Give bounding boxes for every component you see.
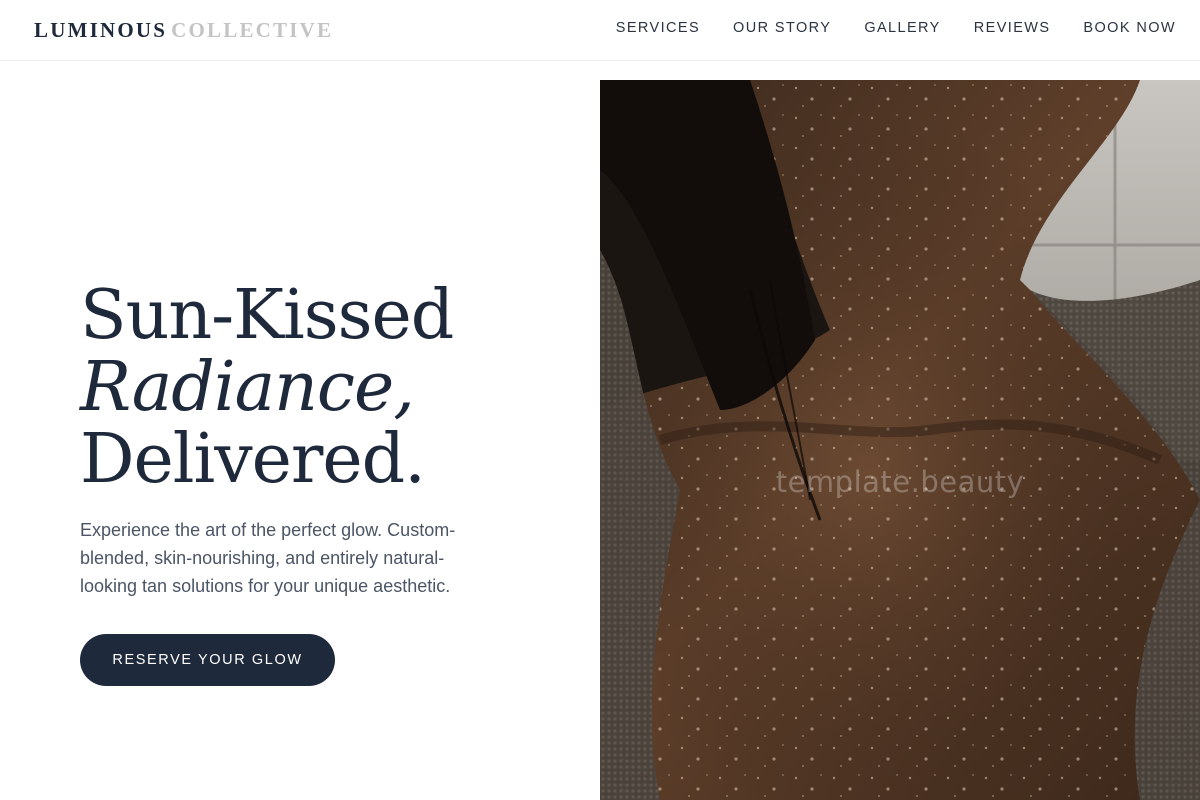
nav-item-book-now[interactable]: BOOK NOW (1083, 20, 1176, 36)
hero-image: template.beauty (600, 80, 1200, 800)
reserve-glow-button[interactable]: RESERVE YOUR GLOW (80, 634, 335, 686)
nav-item-reviews[interactable]: REVIEWS (974, 20, 1051, 36)
nav-item-gallery[interactable]: GALLERY (864, 20, 940, 36)
headline-line-3: Delivered. (80, 420, 426, 499)
top-nav-bar: LUMINOUS COLLECTIVE SERVICES OUR STORY GA… (0, 0, 1200, 61)
hero-photo-illustration (600, 80, 1200, 800)
hero-subtext: Experience the art of the perfect glow. … (80, 520, 456, 596)
headline-line-2: Radiance, (80, 348, 415, 427)
brand-logo[interactable]: LUMINOUS COLLECTIVE (34, 18, 333, 43)
nav-item-our-story[interactable]: OUR STORY (733, 20, 831, 36)
main-nav: SERVICES OUR STORY GALLERY REVIEWS BOOK … (616, 20, 1176, 36)
image-watermark: template.beauty (775, 465, 1025, 499)
hero-headline: Sun-Kissed Radiance, Delivered. (80, 280, 520, 496)
brand-name-secondary: COLLECTIVE (171, 18, 334, 42)
brand-name-primary: LUMINOUS (34, 18, 168, 42)
hero-content: Sun-Kissed Radiance, Delivered. Experien… (80, 280, 520, 686)
nav-item-services[interactable]: SERVICES (616, 20, 700, 36)
headline-line-1: Sun-Kissed (80, 276, 454, 355)
